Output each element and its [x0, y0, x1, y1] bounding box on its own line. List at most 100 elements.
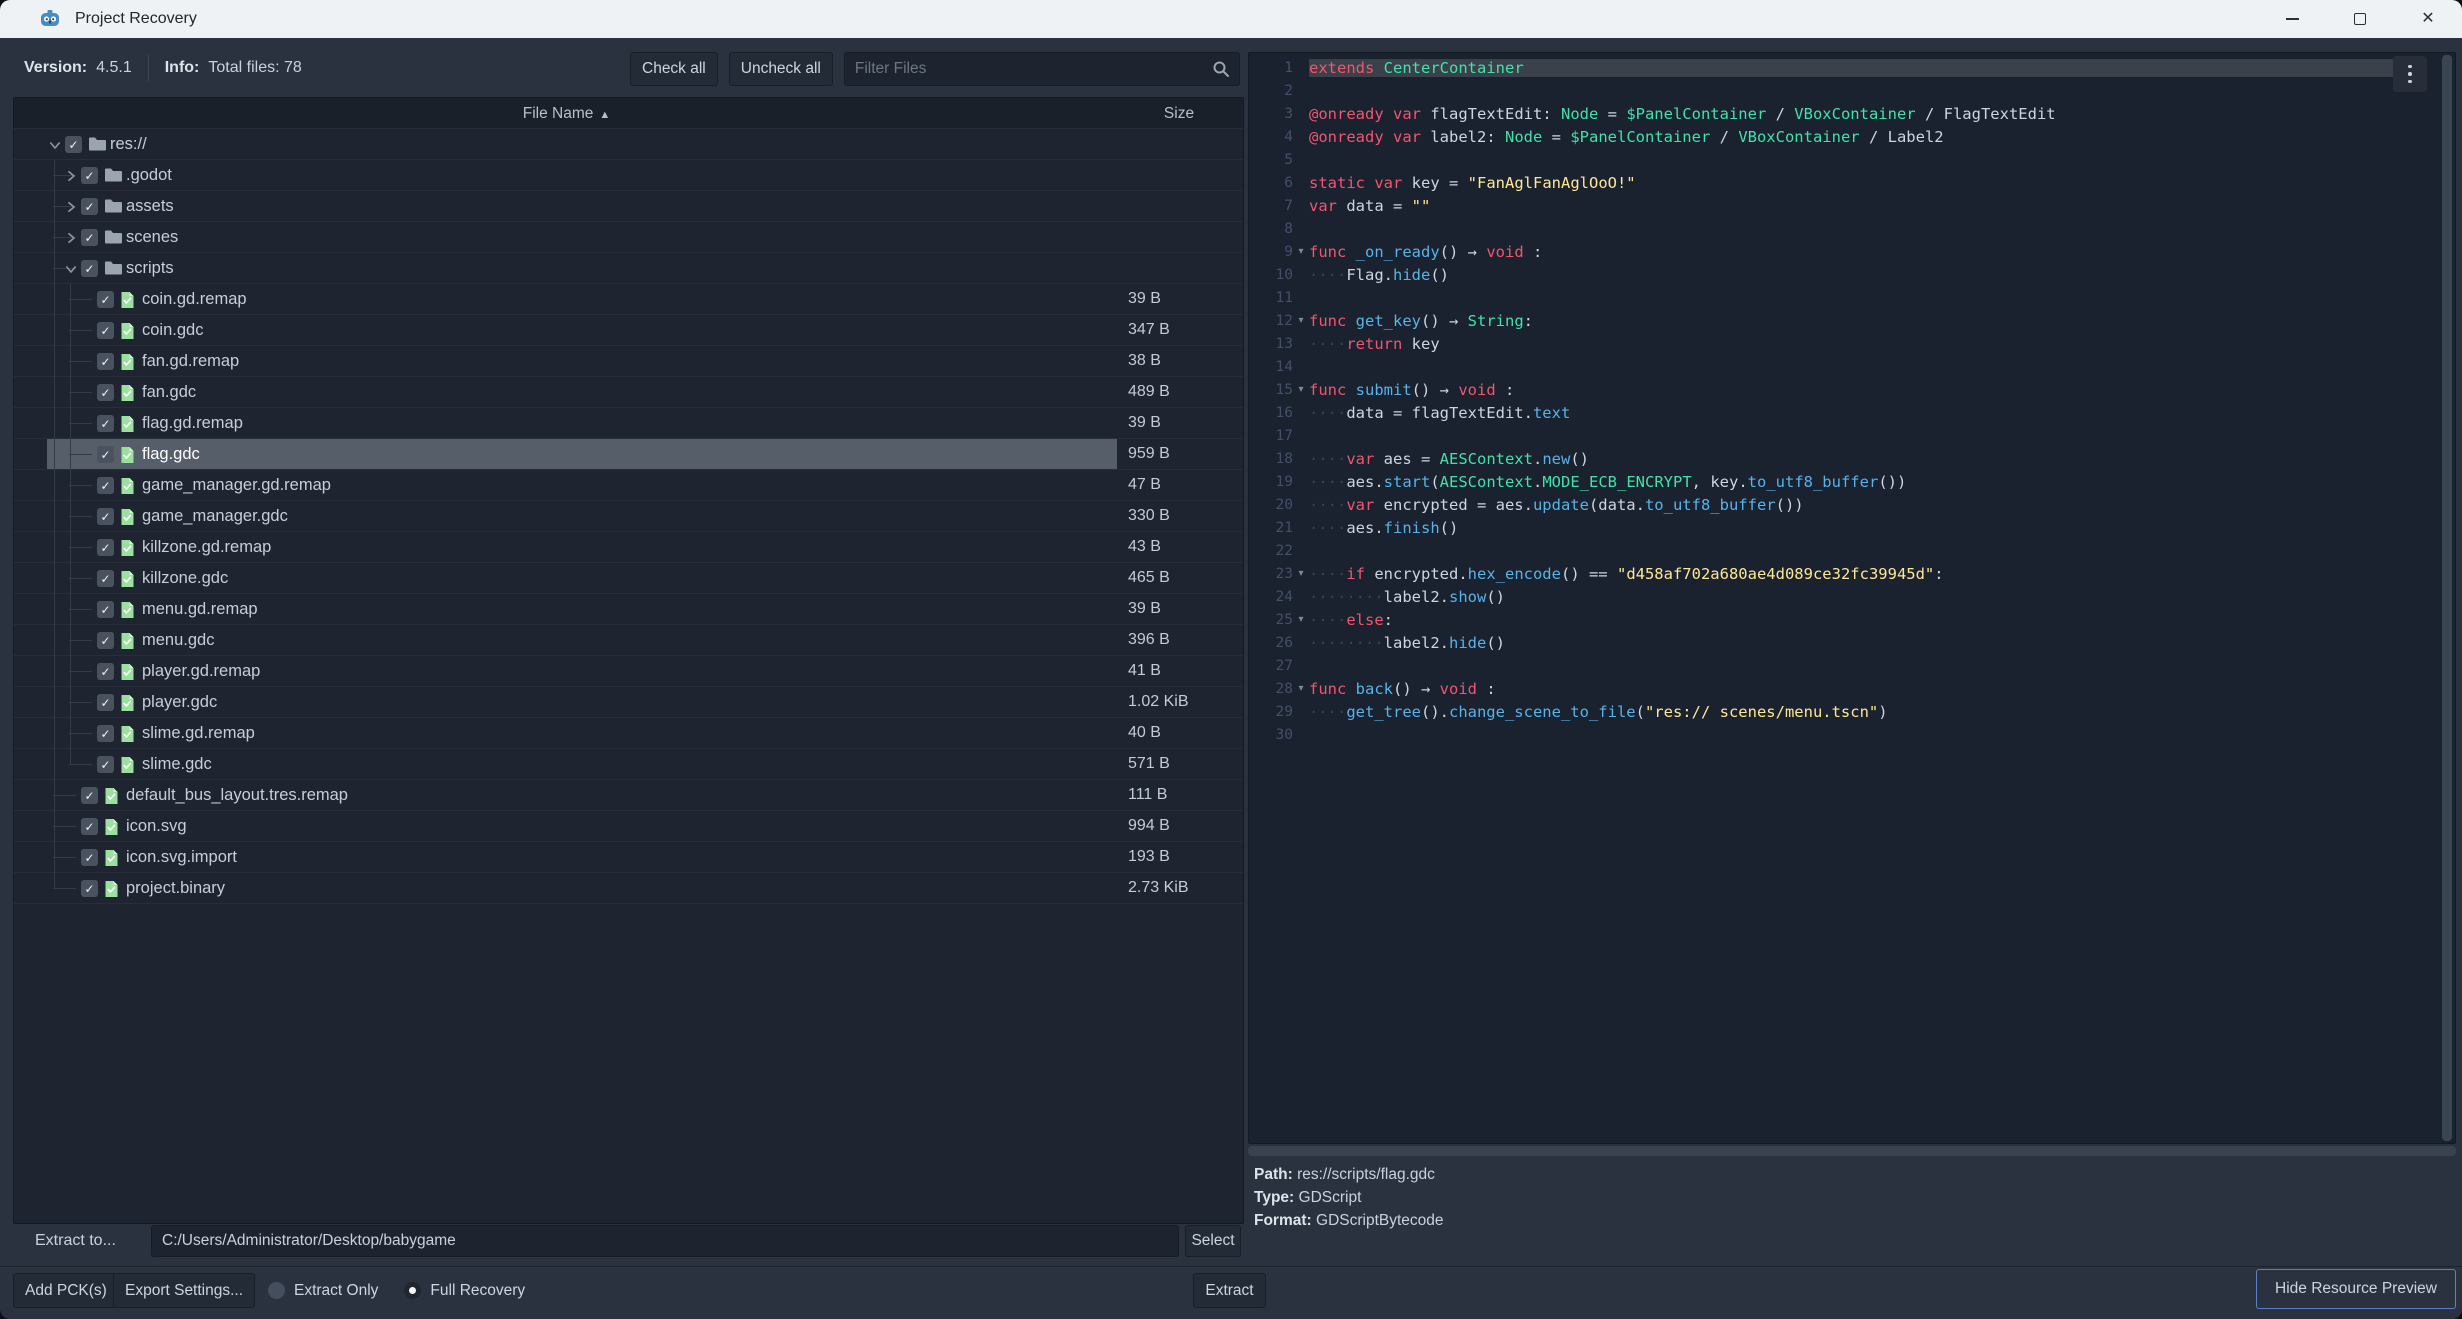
tree-row[interactable]: ✓menu.gdc396 B [14, 625, 1243, 656]
folder-name: .godot [126, 160, 172, 190]
tree-row[interactable]: ✓flag.gdc959 B [14, 439, 1243, 470]
file-size: 2.73 KiB [1128, 873, 1188, 903]
code-vertical-scrollbar[interactable] [2442, 55, 2452, 1141]
checkbox[interactable]: ✓ [97, 539, 114, 556]
tree-row[interactable]: ✓killzone.gd.remap43 B [14, 532, 1243, 563]
check-all-button[interactable]: Check all [630, 52, 718, 86]
fold-caret-icon[interactable]: ▾ [1293, 378, 1309, 401]
checkbox[interactable]: ✓ [81, 167, 98, 184]
checkbox[interactable]: ✓ [97, 291, 114, 308]
checkbox[interactable]: ✓ [65, 136, 82, 153]
checkbox[interactable]: ✓ [97, 601, 114, 618]
code-token: AESContext [1440, 450, 1533, 468]
file-name: killzone.gdc [142, 563, 228, 593]
tree-row[interactable]: ✓icon.svg.import193 B [14, 842, 1243, 873]
filter-files-input[interactable] [844, 52, 1240, 86]
checkbox[interactable]: ✓ [97, 477, 114, 494]
tree-row[interactable]: ✓scenes [14, 222, 1243, 253]
tree-row[interactable]: ✓game_manager.gdc330 B [14, 501, 1243, 532]
line-number: 18 [1249, 451, 1293, 467]
checkbox[interactable]: ✓ [81, 198, 98, 215]
tree-guide-tick [53, 795, 76, 796]
checkbox[interactable]: ✓ [97, 570, 114, 587]
fold-caret-icon[interactable]: ▾ [1293, 562, 1309, 585]
minimize-button[interactable] [2258, 0, 2326, 38]
tree-row[interactable]: ✓player.gdc1.02 KiB [14, 687, 1243, 718]
tree-row[interactable]: ✓fan.gd.remap38 B [14, 346, 1243, 377]
checkbox[interactable]: ✓ [81, 818, 98, 835]
checkbox[interactable]: ✓ [97, 322, 114, 339]
add-pck-button[interactable]: Add PCK(s) [13, 1273, 119, 1308]
tree-row[interactable]: ✓project.binary2.73 KiB [14, 873, 1243, 904]
select-path-button[interactable]: Select [1185, 1225, 1241, 1257]
collapse-arrow-icon[interactable] [48, 138, 62, 152]
tree-row[interactable]: ✓player.gd.remap41 B [14, 656, 1243, 687]
tree-row[interactable]: ✓coin.gd.remap39 B [14, 284, 1243, 315]
fold-caret-icon[interactable]: ▾ [1293, 608, 1309, 631]
checkbox[interactable]: ✓ [81, 787, 98, 804]
extract-path-input[interactable] [151, 1225, 1179, 1257]
tree-row[interactable]: ✓ .godot [14, 160, 1243, 191]
tree-row[interactable]: ✓game_manager.gd.remap47 B [14, 470, 1243, 501]
tree-row[interactable]: ✓coin.gdc347 B [14, 315, 1243, 346]
code-token: key [1402, 335, 1439, 353]
fold-caret-icon[interactable]: ▾ [1293, 240, 1309, 263]
tree-row[interactable]: ✓slime.gdc571 B [14, 749, 1243, 780]
checkbox[interactable]: ✓ [81, 229, 98, 246]
fold-caret-icon[interactable]: ▾ [1293, 677, 1309, 700]
file-icon [120, 415, 135, 433]
tree-row[interactable]: ✓slime.gd.remap40 B [14, 718, 1243, 749]
tree-row[interactable]: ✓fan.gdc489 B [14, 377, 1243, 408]
tree-row[interactable]: ✓menu.gd.remap39 B [14, 594, 1243, 625]
tree-row[interactable]: ✓res:// [14, 129, 1243, 160]
tree-row[interactable]: ✓scripts [14, 253, 1243, 284]
checkbox[interactable]: ✓ [97, 756, 114, 773]
checkbox[interactable]: ✓ [97, 663, 114, 680]
checkbox[interactable]: ✓ [97, 353, 114, 370]
file-icon [104, 849, 119, 867]
code-token [1346, 381, 1355, 399]
uncheck-all-button[interactable]: Uncheck all [729, 52, 833, 86]
export-settings-button[interactable]: Export Settings... [113, 1273, 255, 1308]
expand-arrow-icon[interactable] [64, 200, 78, 214]
tree-row[interactable]: ✓flag.gd.remap39 B [14, 408, 1243, 439]
checkbox[interactable]: ✓ [97, 725, 114, 742]
checkbox[interactable]: ✓ [97, 384, 114, 401]
checkbox[interactable]: ✓ [81, 880, 98, 897]
checkbox[interactable]: ✓ [81, 849, 98, 866]
checkbox[interactable]: ✓ [97, 415, 114, 432]
column-header-size[interactable]: Size [1119, 98, 1239, 129]
code-token: () → [1412, 381, 1459, 399]
code-token: hide [1449, 634, 1486, 652]
column-header-file-name[interactable]: File Name▲ [14, 98, 1119, 131]
radio-full-recovery[interactable]: Full Recovery [404, 1282, 525, 1300]
checkbox[interactable]: ✓ [97, 446, 114, 463]
checkbox[interactable]: ✓ [81, 260, 98, 277]
code-token: ········ [1309, 634, 1384, 652]
checkbox[interactable]: ✓ [97, 632, 114, 649]
search-icon [1211, 59, 1231, 84]
hide-resource-preview-button[interactable]: Hide Resource Preview [2256, 1269, 2456, 1309]
code-menu-button[interactable] [2393, 56, 2427, 92]
fold-caret-icon[interactable]: ▾ [1293, 309, 1309, 332]
checkbox[interactable]: ✓ [97, 694, 114, 711]
expand-arrow-icon[interactable] [64, 231, 78, 245]
code-token: start [1384, 473, 1431, 491]
checkbox[interactable]: ✓ [97, 508, 114, 525]
code-token: "" [1412, 197, 1431, 215]
extract-button[interactable]: Extract [1193, 1273, 1266, 1308]
tree-row[interactable]: ✓killzone.gdc465 B [14, 563, 1243, 594]
tree-row[interactable]: ✓icon.svg994 B [14, 811, 1243, 842]
maximize-button[interactable] [2326, 0, 2394, 38]
code-horizontal-scrollbar[interactable] [1248, 1146, 2456, 1156]
tree-row[interactable]: ✓assets [14, 191, 1243, 222]
file-tree-panel: File Name▲ Size ✓res://✓.godot✓assets✓sc… [13, 97, 1244, 1224]
tree-row[interactable]: ✓default_bus_layout.tres.remap111 B [14, 780, 1243, 811]
collapse-arrow-icon[interactable] [64, 262, 78, 276]
expand-arrow-icon[interactable] [64, 169, 78, 183]
extract-to-label: Extract to... [35, 1225, 116, 1257]
close-button[interactable]: ✕ [2394, 0, 2462, 38]
radio-extract-only[interactable]: Extract Only [268, 1282, 378, 1300]
line-number: 16 [1249, 405, 1293, 421]
file-size: 111 B [1128, 780, 1167, 810]
